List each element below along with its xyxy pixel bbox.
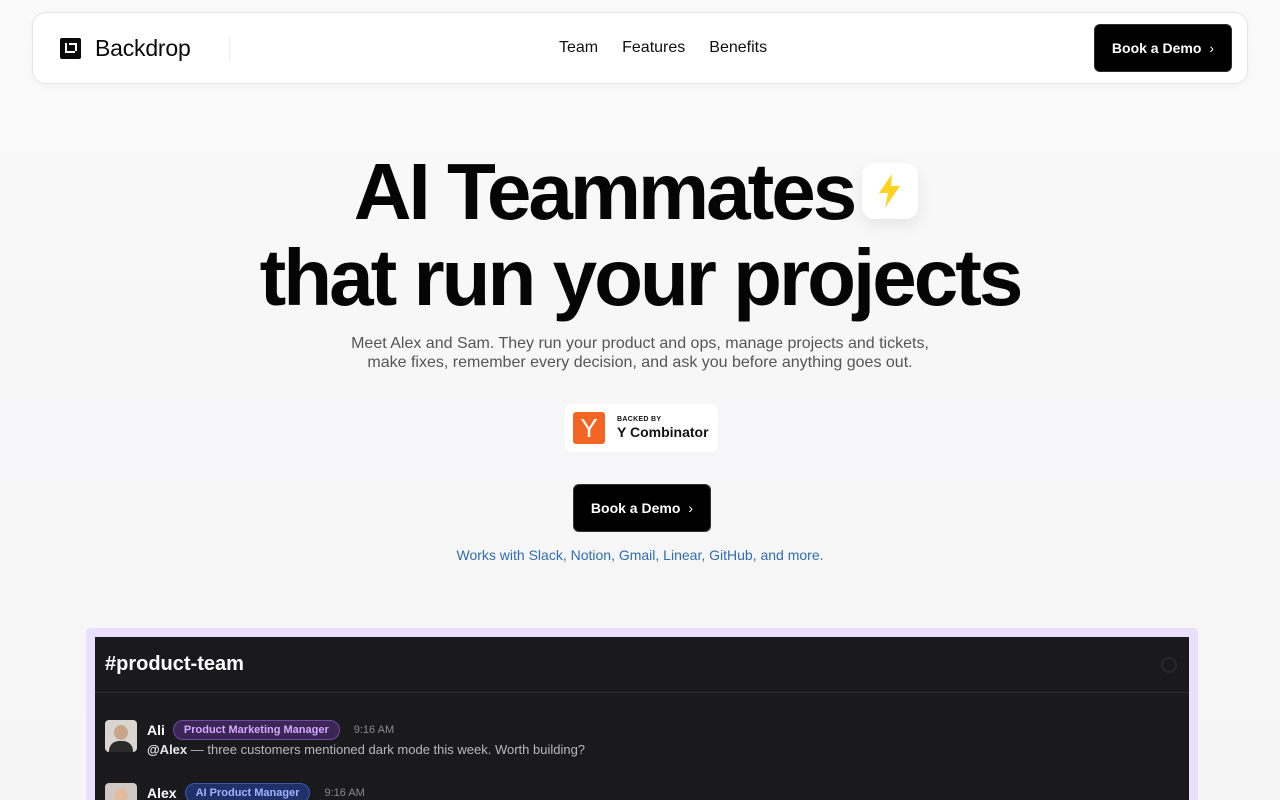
top-navbar: Backdrop Team Features Benefits Book a D…: [32, 12, 1248, 84]
nav-book-demo-button[interactable]: Book a Demo ›: [1094, 24, 1232, 72]
message-body: — three customers mentioned dark mode th…: [187, 742, 586, 757]
circle-icon: [1161, 656, 1177, 673]
channel-header: #product-team: [95, 637, 1189, 693]
avatar: [105, 720, 137, 752]
message-content: Alex AI Product Manager 9:16 AM: [147, 783, 365, 800]
lightning-bolt-icon: [879, 174, 900, 208]
message-time: 9:16 AM: [353, 724, 395, 736]
sender-name: Ali: [147, 722, 165, 738]
backed-by-label: BACKED BY: [617, 416, 662, 423]
y-combinator-logo-icon: Y: [573, 412, 605, 444]
nav-link-features[interactable]: Features: [622, 39, 685, 57]
nav-link-benefits[interactable]: Benefits: [709, 39, 767, 57]
yc-text: BACKED BY Y Combinator: [617, 416, 709, 440]
backdrop-logo-icon: [60, 38, 81, 59]
integrations-note: Works with Slack, Notion, Gmail, Linear,…: [456, 547, 824, 563]
y-combinator-label: Y Combinator: [617, 424, 709, 440]
sender-name: Alex: [147, 785, 177, 800]
nav-links: Team Features Benefits: [559, 39, 767, 57]
hero-book-demo-button[interactable]: Book a Demo ›: [573, 484, 711, 532]
hero-book-demo-label: Book a Demo: [590, 500, 681, 516]
chat-message: Alex AI Product Manager 9:16 AM: [105, 783, 365, 800]
avatar: [105, 783, 137, 800]
chat-preview: #product-team Ali Product Marketing Mana…: [95, 637, 1189, 800]
y-combinator-badge: Y BACKED BY Y Combinator: [565, 404, 718, 452]
message-time: 9:16 AM: [324, 787, 365, 799]
nav-book-demo-label: Book a Demo: [1111, 40, 1202, 56]
brand-name: Backdrop: [95, 35, 191, 61]
chevron-right-icon: ›: [1209, 40, 1215, 56]
role-badge: AI Product Manager: [184, 783, 311, 800]
hero-subtitle-line-2: make fixes, remember every decision, and…: [367, 354, 913, 371]
nav-divider: [229, 37, 230, 61]
lightning-bolt-badge: [862, 163, 918, 219]
mention[interactable]: @Alex: [147, 742, 187, 757]
nav-link-team[interactable]: Team: [559, 39, 598, 57]
role-badge: Product Marketing Manager: [172, 720, 340, 740]
hero-title-line-1: AI Teammates: [353, 147, 858, 236]
chevron-right-icon: ›: [688, 500, 694, 516]
message-content: Ali Product Marketing Manager 9:16 AM @A…: [147, 720, 585, 757]
brand-logo[interactable]: Backdrop: [60, 35, 191, 62]
chat-message: Ali Product Marketing Manager 9:16 AM @A…: [105, 720, 585, 757]
hero-title-line-2: that run your projects: [259, 233, 1024, 322]
channel-name: #product-team: [105, 653, 244, 675]
message-text: @Alex — three customers mentioned dark m…: [147, 742, 585, 757]
hero-subtitle-line-1: Meet Alex and Sam. They run your product…: [351, 335, 929, 352]
